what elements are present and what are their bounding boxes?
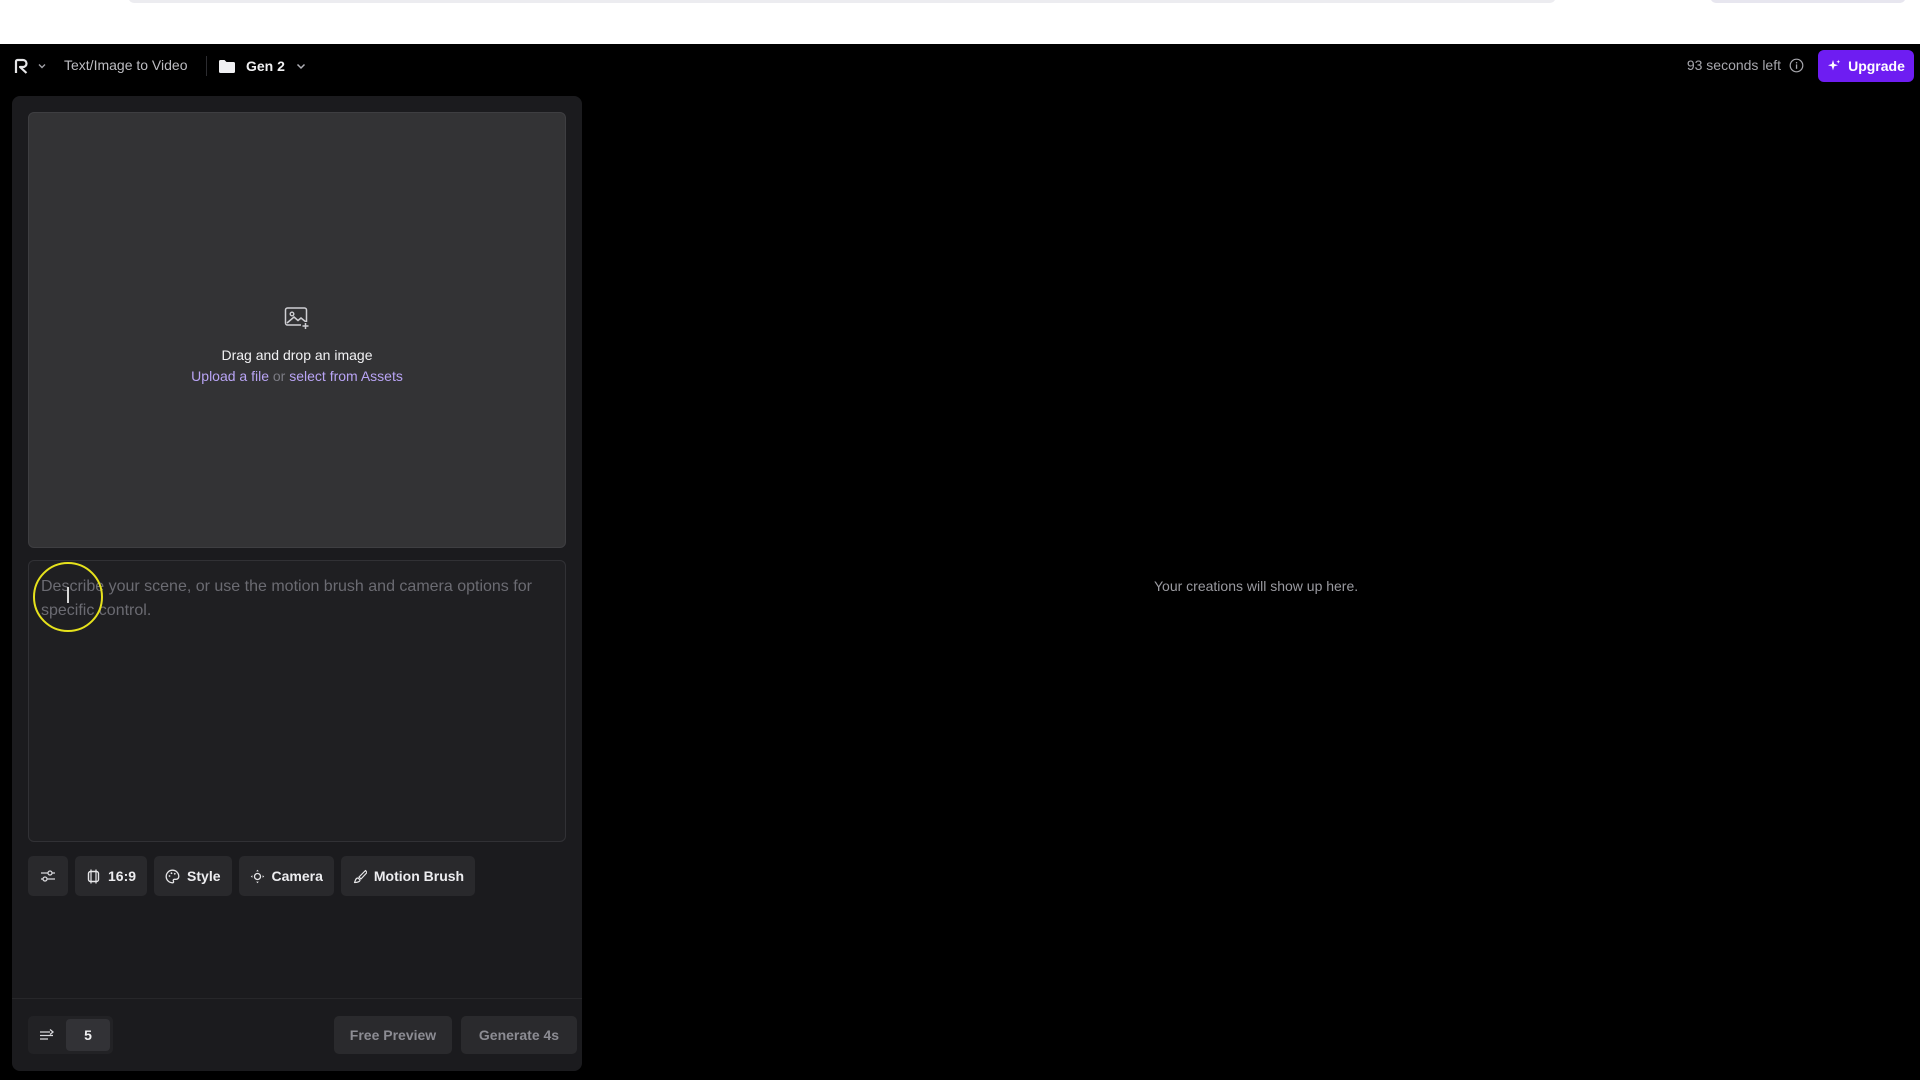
or-text: or bbox=[272, 368, 286, 384]
generate-button[interactable]: Generate 4s bbox=[461, 1016, 577, 1054]
aspect-ratio-label: 16:9 bbox=[108, 868, 137, 884]
generation-panel: Drag and drop an image Upload a file or … bbox=[12, 96, 582, 1071]
panel-divider bbox=[12, 998, 582, 999]
prompt-box bbox=[28, 560, 566, 842]
camera-button[interactable]: Camera bbox=[238, 856, 334, 896]
settings-button[interactable] bbox=[28, 856, 68, 896]
workspace-menu-button[interactable] bbox=[14, 56, 47, 76]
upload-file-link[interactable]: Upload a file bbox=[191, 368, 269, 384]
free-preview-button[interactable]: Free Preview bbox=[334, 1016, 452, 1054]
app-header: Text/Image to Video Gen 2 93 seconds lef… bbox=[0, 44, 1920, 88]
sparkle-icon bbox=[1828, 59, 1841, 71]
palette-icon bbox=[165, 869, 180, 883]
folder-icon bbox=[219, 59, 235, 73]
sliders-icon bbox=[41, 870, 55, 882]
aspect-ratio-icon bbox=[87, 869, 100, 883]
select-from-assets-link[interactable]: select from Assets bbox=[289, 368, 403, 384]
image-add-icon[interactable] bbox=[284, 306, 310, 330]
batch-settings-button[interactable] bbox=[28, 1016, 66, 1054]
style-button[interactable]: Style bbox=[154, 856, 232, 896]
image-dropzone[interactable]: Drag and drop an image Upload a file or … bbox=[28, 112, 566, 548]
chevron-down-icon bbox=[296, 63, 305, 70]
chevron-down-icon bbox=[38, 64, 46, 69]
upgrade-label: Upgrade bbox=[1848, 58, 1905, 74]
header-divider bbox=[206, 56, 207, 76]
browser-pill-button[interactable] bbox=[1710, 0, 1906, 3]
motion-brush-label: Motion Brush bbox=[373, 868, 465, 884]
dropzone-links: Upload a file or select from Assets bbox=[29, 368, 565, 384]
camera-move-icon bbox=[250, 869, 264, 883]
dropzone-content: Drag and drop an image Upload a file or … bbox=[29, 306, 565, 384]
credits-remaining: 93 seconds left bbox=[1687, 57, 1804, 73]
credits-text: 93 seconds left bbox=[1686, 57, 1781, 73]
upgrade-button[interactable]: Upgrade bbox=[1818, 50, 1914, 82]
breadcrumb-tool-name[interactable]: Text/Image to Video bbox=[64, 57, 187, 73]
generation-count: 5 bbox=[28, 1016, 113, 1054]
browser-chrome bbox=[0, 0, 1920, 44]
aspect-ratio-button[interactable]: 16:9 bbox=[75, 856, 148, 896]
prompt-input[interactable] bbox=[29, 561, 565, 841]
empty-state-message: Your creations will show up here. bbox=[1154, 578, 1359, 594]
style-label: Style bbox=[187, 868, 221, 884]
motion-brush-button[interactable]: Motion Brush bbox=[340, 856, 476, 896]
brush-icon bbox=[353, 869, 367, 883]
camera-label: Camera bbox=[271, 868, 323, 884]
dropzone-title: Drag and drop an image bbox=[221, 347, 373, 363]
address-bar[interactable] bbox=[128, 0, 1556, 3]
generation-toolbar: 16:9 Style Camera Motion Brush bbox=[28, 856, 476, 896]
project-selector[interactable]: Gen 2 bbox=[218, 55, 307, 77]
project-name: Gen 2 bbox=[246, 58, 285, 74]
runway-logo-icon bbox=[14, 58, 28, 74]
info-icon[interactable] bbox=[1789, 58, 1804, 73]
batch-icon bbox=[40, 1029, 55, 1040]
generation-count-value[interactable]: 5 bbox=[66, 1019, 110, 1051]
